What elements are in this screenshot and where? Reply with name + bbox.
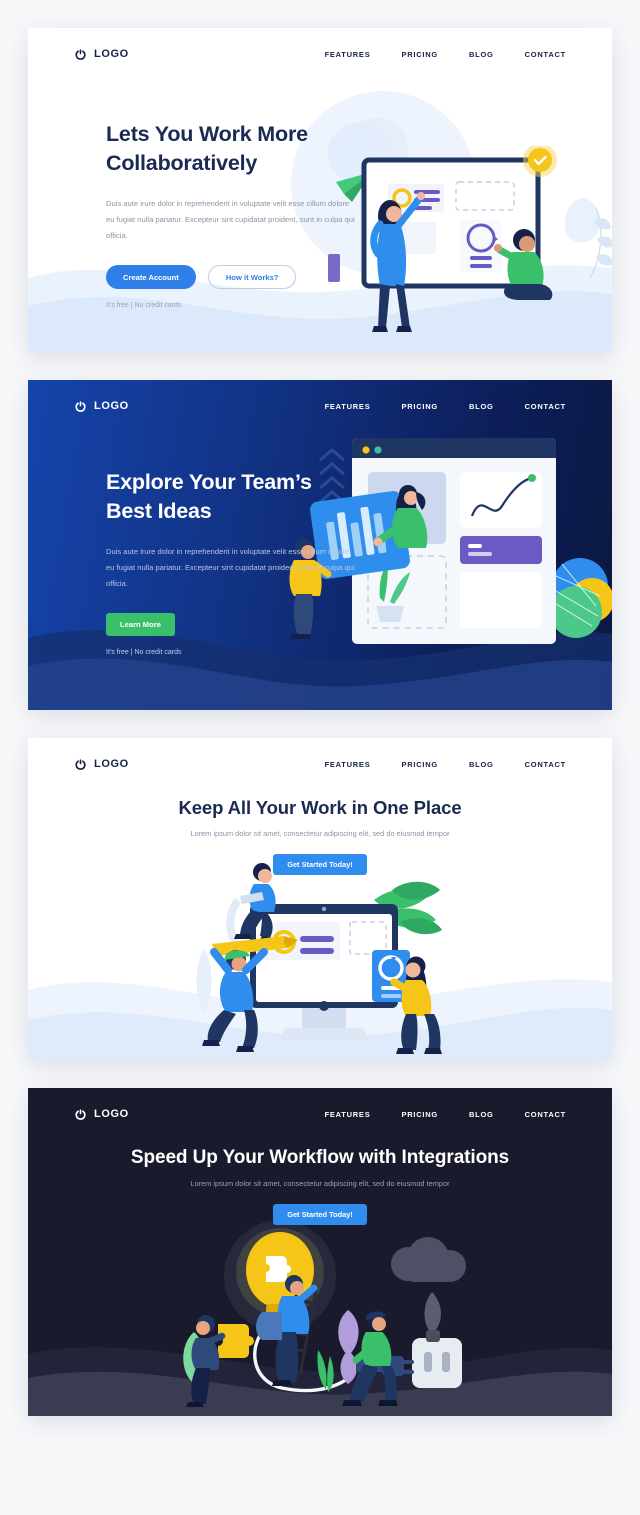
nav-link-features[interactable]: FEATURES [325, 50, 371, 59]
nav-link-contact[interactable]: CONTACT [525, 50, 566, 59]
hero-fineprint: It's free | No credit cards [106, 649, 182, 657]
hero-section-explore: LOGO FEATURES PRICING BLOG CONTACT Explo… [28, 380, 612, 710]
nav-link-pricing[interactable]: PRICING [401, 402, 438, 411]
nav-link-features[interactable]: FEATURES [325, 1110, 371, 1119]
power-refresh-icon [75, 400, 86, 412]
hero-paragraph: Duis aute irure dolor in reprehenderit i… [106, 199, 355, 241]
nav-links: FEATURES PRICING BLOG CONTACT [325, 760, 566, 769]
get-started-button[interactable]: Get Started Today! [273, 1204, 367, 1225]
navbar: LOGO FEATURES PRICING BLOG CONTACT [28, 1088, 612, 1140]
section-heading: Keep All Your Work in One Place [178, 797, 462, 818]
brand-logo[interactable]: LOGO [74, 758, 129, 771]
nav-link-features[interactable]: FEATURES [325, 760, 371, 769]
section-copy: Keep All Your Work in One Place Lorem ip… [28, 790, 612, 875]
brand-name: LOGO [94, 400, 129, 412]
landing-page-mockups: LOGO FEATURES PRICING BLOG CONTACT Lets … [0, 0, 640, 1515]
hero-copy: Explore Your Team’s Best Ideas Duis aute… [106, 468, 356, 656]
hero-button-row: Create Account How it Works? [106, 265, 358, 290]
nav-links: FEATURES PRICING BLOG CONTACT [325, 50, 566, 59]
desktop-workspace-illustration [196, 863, 442, 1054]
get-started-button[interactable]: Get Started Today! [273, 854, 367, 875]
section-copy: Speed Up Your Workflow with Integrations… [28, 1140, 612, 1225]
how-it-works-button[interactable]: How it Works? [207, 265, 297, 290]
hero-button-row: Learn More [106, 613, 356, 637]
nav-links: FEATURES PRICING BLOG CONTACT [325, 402, 566, 411]
navbar: LOGO FEATURES PRICING BLOG CONTACT [28, 28, 612, 80]
hero-paragraph: Duis aute irure dolor in reprehenderit i… [106, 547, 355, 589]
nav-links: FEATURES PRICING BLOG CONTACT [325, 1110, 566, 1119]
nav-link-contact[interactable]: CONTACT [525, 402, 566, 411]
section-subheading: Lorem ipsum dolor sit amet, consectetur … [190, 1179, 450, 1188]
nav-link-features[interactable]: FEATURES [325, 402, 371, 411]
hero-fineprint: It's free | No credit cards [106, 302, 182, 310]
nav-link-blog[interactable]: BLOG [469, 402, 494, 411]
brand-logo[interactable]: LOGO [74, 400, 129, 413]
learn-more-button[interactable]: Learn More [106, 613, 175, 637]
brand-name: LOGO [94, 1108, 129, 1120]
nav-link-blog[interactable]: BLOG [469, 760, 494, 769]
nav-link-blog[interactable]: BLOG [469, 1110, 494, 1119]
power-refresh-icon [75, 1108, 86, 1120]
create-account-button[interactable]: Create Account [106, 265, 196, 290]
nav-link-blog[interactable]: BLOG [469, 50, 494, 59]
hero-heading: Explore Your Team’s Best Ideas [106, 470, 312, 523]
hero-section-integrations: LOGO FEATURES PRICING BLOG CONTACT Speed… [28, 1088, 612, 1416]
section-subheading: Lorem ipsum dolor sit amet, consectetur … [190, 829, 450, 838]
brand-name: LOGO [94, 48, 129, 60]
brand-logo[interactable]: LOGO [74, 48, 129, 61]
brand-logo[interactable]: LOGO [74, 1108, 129, 1121]
nav-link-pricing[interactable]: PRICING [401, 1110, 438, 1119]
hero-heading: Lets You Work More Collaboratively [106, 122, 308, 175]
power-refresh-icon [75, 758, 86, 770]
brand-name: LOGO [94, 758, 129, 770]
whiteboard-collaboration-illustration [328, 146, 612, 332]
nav-link-contact[interactable]: CONTACT [525, 1110, 566, 1119]
navbar: LOGO FEATURES PRICING BLOG CONTACT [28, 738, 612, 790]
nav-link-pricing[interactable]: PRICING [401, 50, 438, 59]
hero-section-one-place: LOGO FEATURES PRICING BLOG CONTACT Keep … [28, 738, 612, 1060]
nav-link-contact[interactable]: CONTACT [525, 760, 566, 769]
power-refresh-icon [75, 48, 86, 60]
section-heading: Speed Up Your Workflow with Integrations [130, 1147, 510, 1168]
hero-section-collaborate: LOGO FEATURES PRICING BLOG CONTACT Lets … [28, 28, 612, 352]
navbar: LOGO FEATURES PRICING BLOG CONTACT [28, 380, 612, 432]
hero-copy: Lets You Work More Collaboratively Duis … [106, 120, 358, 309]
nav-link-pricing[interactable]: PRICING [401, 760, 438, 769]
lightbulb-integrations-illustration [183, 1220, 466, 1407]
